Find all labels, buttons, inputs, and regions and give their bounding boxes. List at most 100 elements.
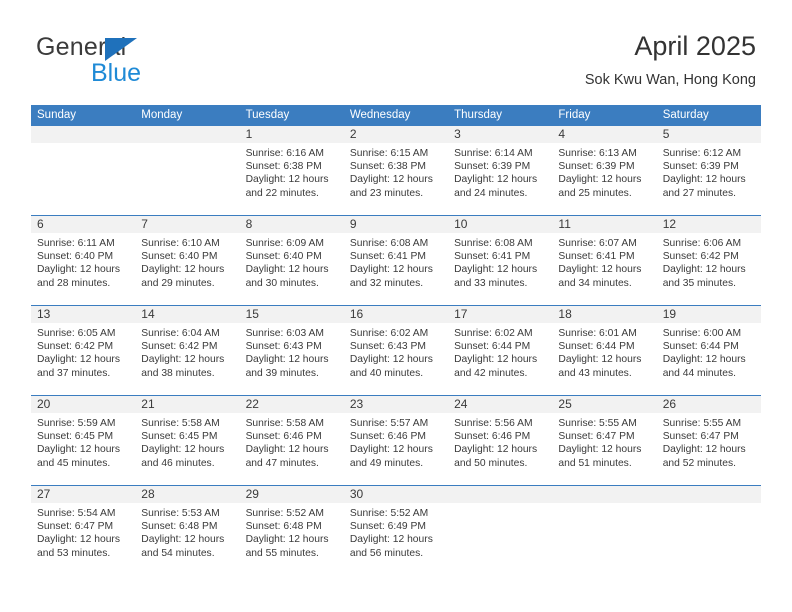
calendar-day-cell[interactable]: 7 Sunrise: 6:10 AM Sunset: 6:40 PM Daylight… bbox=[135, 215, 240, 306]
sunrise-text: Sunrise: 5:53 AM bbox=[141, 508, 220, 519]
day-number bbox=[135, 126, 240, 143]
calendar-day-cell[interactable]: 25 Sunrise: 5:55 AM Sunset: 6:47 PM Dayligh… bbox=[552, 395, 657, 486]
daylight-text-line1: Daylight: 12 hours bbox=[245, 174, 329, 186]
calendar-day-cell[interactable]: 26 Sunrise: 5:55 AM Sunset: 6:47 PM Dayligh… bbox=[656, 395, 761, 486]
calendar-day-cell[interactable]: 16 Sunrise: 6:02 AM Sunset: 6:43 PM Dayligh… bbox=[343, 305, 449, 396]
calendar-day-cell[interactable]: 10 Sunrise: 6:08 AM Sunset: 6:41 PM Dayligh… bbox=[448, 215, 553, 306]
daylight-text-line2: and 49 minutes. bbox=[349, 457, 424, 469]
daylight-text-line2: and 55 minutes. bbox=[245, 547, 319, 559]
sunrise-text: Sunrise: 5:58 AM bbox=[245, 418, 324, 429]
daylight-text-line1: Daylight: 12 hours bbox=[662, 354, 746, 366]
day-number: 29 bbox=[239, 486, 344, 503]
sunset-text: Sunset: 6:42 PM bbox=[37, 341, 114, 353]
calendar-day-cell[interactable]: 23 Sunrise: 5:57 AM Sunset: 6:46 PM Dayligh… bbox=[343, 395, 449, 486]
sunrise-text: Sunrise: 6:16 AM bbox=[245, 148, 324, 159]
day-cell-content: 21 Sunrise: 5:58 AM Sunset: 6:45 PM Dayligh… bbox=[135, 396, 240, 485]
calendar-day-cell bbox=[656, 485, 761, 575]
day-cell-content: 15 Sunrise: 6:03 AM Sunset: 6:43 PM Dayligh… bbox=[239, 306, 344, 395]
daylight-text-line1: Daylight: 12 hours bbox=[558, 444, 642, 456]
day-details: Sunrise: 5:56 AM Sunset: 6:46 PM Daylight:… bbox=[448, 413, 552, 470]
day-number: 26 bbox=[656, 396, 761, 413]
calendar-day-cell[interactable]: 30 Sunrise: 5:52 AM Sunset: 6:49 PM Dayligh… bbox=[343, 485, 449, 575]
day-details: Sunrise: 6:11 AM Sunset: 6:40 PM Daylight:… bbox=[31, 233, 135, 290]
calendar-day-cell[interactable]: 3 Sunrise: 6:14 AM Sunset: 6:39 PM Daylight… bbox=[448, 126, 553, 216]
daylight-text-line1: Daylight: 12 hours bbox=[141, 444, 225, 456]
calendar-day-cell[interactable]: 21 Sunrise: 5:58 AM Sunset: 6:45 PM Dayligh… bbox=[135, 395, 240, 486]
day-cell-content bbox=[656, 486, 761, 575]
day-cell-content: 30 Sunrise: 5:52 AM Sunset: 6:49 PM Dayligh… bbox=[343, 486, 449, 575]
day-number: 23 bbox=[343, 396, 449, 413]
calendar-day-cell[interactable]: 28 Sunrise: 5:53 AM Sunset: 6:48 PM Dayligh… bbox=[135, 485, 240, 575]
daylight-text-line2: and 25 minutes. bbox=[558, 187, 632, 199]
day-number: 3 bbox=[448, 126, 553, 143]
sunrise-text: Sunrise: 6:13 AM bbox=[558, 148, 637, 159]
calendar-day-cell[interactable]: 19 Sunrise: 6:00 AM Sunset: 6:44 PM Dayligh… bbox=[656, 305, 761, 396]
sunrise-text: Sunrise: 6:05 AM bbox=[37, 328, 116, 339]
page-header: General Blue April 2025 Sok Kwu Wan, Hon… bbox=[0, 0, 792, 100]
logo-text-blue: Blue bbox=[91, 59, 142, 87]
day-number: 22 bbox=[239, 396, 344, 413]
sunrise-text: Sunrise: 6:02 AM bbox=[454, 328, 533, 339]
general-blue-logo[interactable]: General Blue bbox=[36, 33, 216, 87]
calendar-day-cell[interactable]: 14 Sunrise: 6:04 AM Sunset: 6:42 PM Dayligh… bbox=[135, 305, 240, 396]
calendar-day-cell[interactable]: 20 Sunrise: 5:59 AM Sunset: 6:45 PM Dayligh… bbox=[31, 395, 136, 486]
calendar-week-row: 20 Sunrise: 5:59 AM Sunset: 6:45 PM Dayligh… bbox=[31, 395, 761, 486]
calendar-day-cell[interactable]: 11 Sunrise: 6:07 AM Sunset: 6:41 PM Dayligh… bbox=[552, 215, 657, 306]
sunset-text: Sunset: 6:47 PM bbox=[558, 431, 635, 443]
calendar-day-cell[interactable]: 24 Sunrise: 5:56 AM Sunset: 6:46 PM Dayligh… bbox=[448, 395, 553, 486]
calendar-day-cell[interactable]: 29 Sunrise: 5:52 AM Sunset: 6:48 PM Dayligh… bbox=[239, 485, 344, 575]
day-number: 18 bbox=[552, 306, 657, 323]
calendar-day-cell[interactable]: 4 Sunrise: 6:13 AM Sunset: 6:39 PM Daylight… bbox=[552, 126, 657, 216]
day-details: Sunrise: 5:52 AM Sunset: 6:49 PM Daylight:… bbox=[344, 503, 448, 560]
day-number: 5 bbox=[656, 126, 761, 143]
daylight-text-line1: Daylight: 12 hours bbox=[349, 264, 433, 276]
daylight-text-line2: and 23 minutes. bbox=[349, 187, 424, 199]
day-cell-content: 10 Sunrise: 6:08 AM Sunset: 6:41 PM Dayligh… bbox=[448, 216, 553, 305]
calendar-day-cell[interactable]: 27 Sunrise: 5:54 AM Sunset: 6:47 PM Dayligh… bbox=[31, 485, 136, 575]
day-details: Sunrise: 6:06 AM Sunset: 6:42 PM Daylight:… bbox=[657, 233, 761, 290]
calendar-day-cell bbox=[31, 126, 136, 216]
calendar-day-cell[interactable]: 12 Sunrise: 6:06 AM Sunset: 6:42 PM Dayligh… bbox=[656, 215, 761, 306]
calendar-week-row: 1 Sunrise: 6:16 AM Sunset: 6:38 PM Daylight… bbox=[31, 126, 761, 216]
daylight-text-line1: Daylight: 12 hours bbox=[558, 264, 642, 276]
sunset-text: Sunset: 6:49 PM bbox=[349, 521, 426, 533]
calendar-day-cell[interactable]: 2 Sunrise: 6:15 AM Sunset: 6:38 PM Daylight… bbox=[343, 126, 449, 216]
day-number: 12 bbox=[656, 216, 761, 233]
daylight-text-line1: Daylight: 12 hours bbox=[349, 174, 433, 186]
sunset-text: Sunset: 6:38 PM bbox=[349, 161, 426, 173]
calendar-day-cell[interactable]: 8 Sunrise: 6:09 AM Sunset: 6:40 PM Daylight… bbox=[239, 215, 344, 306]
sunrise-text: Sunrise: 5:54 AM bbox=[37, 508, 116, 519]
sunrise-text: Sunrise: 5:52 AM bbox=[349, 508, 429, 519]
calendar-day-cell[interactable]: 5 Sunrise: 6:12 AM Sunset: 6:39 PM Daylight… bbox=[656, 126, 761, 216]
calendar-grid: Sunday Monday Tuesday Wednesday Thursday… bbox=[31, 105, 761, 575]
sunrise-text: Sunrise: 6:07 AM bbox=[558, 238, 637, 249]
day-cell-content: 25 Sunrise: 5:55 AM Sunset: 6:47 PM Dayligh… bbox=[552, 396, 657, 485]
daylight-text-line2: and 50 minutes. bbox=[454, 457, 528, 469]
day-number bbox=[656, 486, 761, 503]
day-number: 11 bbox=[552, 216, 657, 233]
daylight-text-line2: and 33 minutes. bbox=[454, 277, 528, 289]
daylight-text-line1: Daylight: 12 hours bbox=[37, 264, 120, 276]
calendar-day-cell[interactable]: 6 Sunrise: 6:11 AM Sunset: 6:40 PM Daylight… bbox=[31, 215, 136, 306]
calendar-day-cell bbox=[448, 485, 553, 575]
day-number: 13 bbox=[31, 306, 136, 323]
sunrise-text: Sunrise: 5:55 AM bbox=[558, 418, 637, 429]
calendar-day-cell[interactable]: 9 Sunrise: 6:08 AM Sunset: 6:41 PM Daylight… bbox=[343, 215, 449, 306]
calendar-day-cell[interactable]: 1 Sunrise: 6:16 AM Sunset: 6:38 PM Daylight… bbox=[239, 126, 344, 216]
daylight-text-line1: Daylight: 12 hours bbox=[37, 444, 120, 456]
day-number: 19 bbox=[656, 306, 761, 323]
day-details: Sunrise: 6:00 AM Sunset: 6:44 PM Daylight:… bbox=[657, 323, 761, 380]
calendar-day-cell[interactable]: 18 Sunrise: 6:01 AM Sunset: 6:44 PM Dayligh… bbox=[552, 305, 657, 396]
calendar-day-cell[interactable]: 22 Sunrise: 5:58 AM Sunset: 6:46 PM Dayligh… bbox=[239, 395, 344, 486]
day-details: Sunrise: 6:07 AM Sunset: 6:41 PM Daylight:… bbox=[552, 233, 656, 290]
sunset-text: Sunset: 6:44 PM bbox=[662, 341, 739, 353]
calendar-day-cell[interactable]: 17 Sunrise: 6:02 AM Sunset: 6:44 PM Dayligh… bbox=[448, 305, 553, 396]
calendar-day-cell[interactable]: 13 Sunrise: 6:05 AM Sunset: 6:42 PM Dayligh… bbox=[31, 305, 136, 396]
sunrise-text: Sunrise: 6:12 AM bbox=[662, 148, 742, 159]
day-cell-content: 17 Sunrise: 6:02 AM Sunset: 6:44 PM Dayligh… bbox=[448, 306, 553, 395]
daylight-text-line2: and 46 minutes. bbox=[141, 457, 215, 469]
daylight-text-line2: and 56 minutes. bbox=[349, 547, 424, 559]
sunset-text: Sunset: 6:43 PM bbox=[245, 341, 322, 353]
sunrise-text: Sunrise: 6:06 AM bbox=[662, 238, 742, 249]
calendar-day-cell[interactable]: 15 Sunrise: 6:03 AM Sunset: 6:43 PM Dayligh… bbox=[239, 305, 344, 396]
